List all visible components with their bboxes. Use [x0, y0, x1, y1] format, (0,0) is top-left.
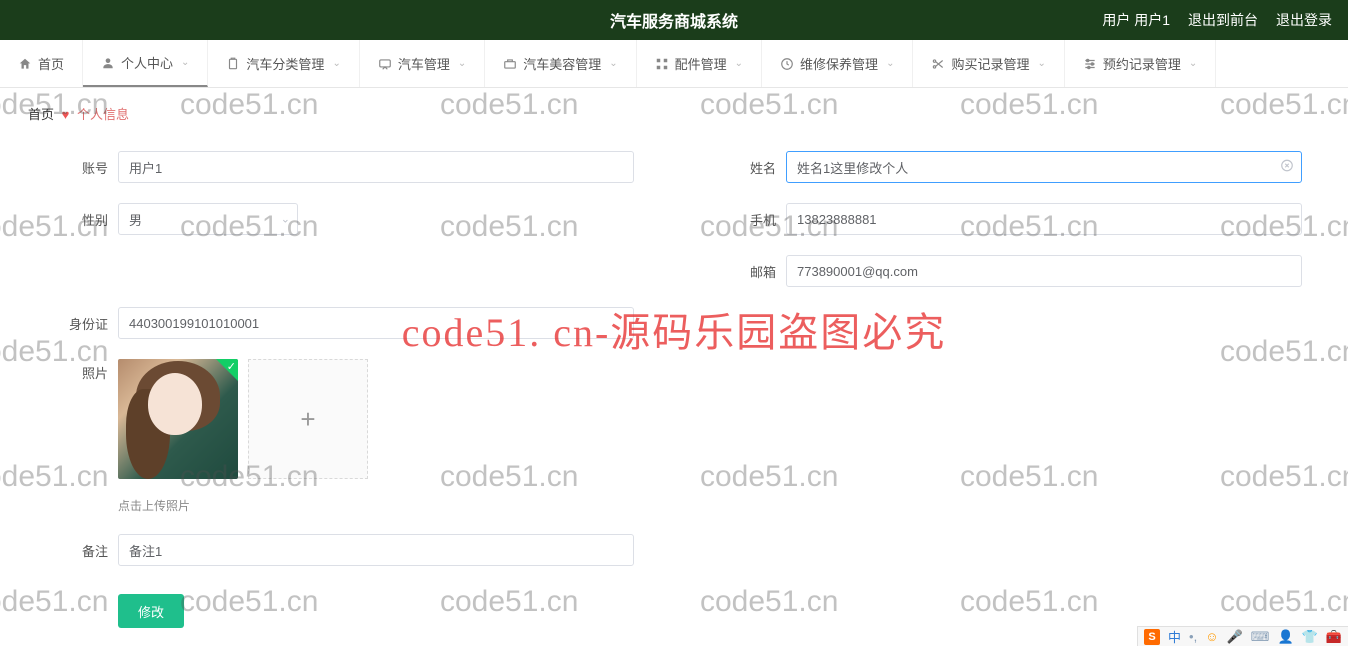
email-label: 邮箱 [714, 262, 776, 281]
clipboard-icon [226, 57, 240, 71]
photo-label: 照片 [46, 359, 108, 382]
sogou-icon: S [1144, 629, 1160, 645]
email-input[interactable] [786, 255, 1302, 287]
ime-mic-icon[interactable]: 🎤 [1226, 629, 1242, 645]
chevron-down-icon: ⌄ [1037, 58, 1045, 69]
ime-mode[interactable]: 中 [1168, 627, 1181, 646]
ime-keyboard-icon[interactable]: ⌨ [1251, 629, 1270, 645]
briefcase-icon [503, 57, 517, 71]
clock-icon [780, 57, 794, 71]
nav-label: 配件管理 [675, 54, 727, 73]
ime-toolbox-icon[interactable]: 🧰 [1326, 629, 1342, 645]
top-header: 汽车服务商城系统 用户 用户1 退出到前台 退出登录 [0, 0, 1348, 40]
name-label: 姓名 [714, 158, 776, 177]
remark-label: 备注 [46, 541, 108, 560]
chevron-down-icon: ⌄ [609, 58, 617, 69]
breadcrumb-home[interactable]: 首页 [28, 107, 54, 122]
nav-label: 汽车分类管理 [246, 54, 324, 73]
nav-reservation[interactable]: 预约记录管理 ⌄ [1065, 40, 1216, 87]
account-input[interactable] [118, 151, 634, 183]
name-input[interactable] [786, 151, 1302, 183]
photo-thumbnail[interactable] [118, 359, 238, 479]
idcard-label: 身份证 [46, 314, 108, 333]
ime-toolbar[interactable]: S 中 •, ☺ 🎤 ⌨ 👤 👕 🧰 [1137, 626, 1348, 646]
nav-home[interactable]: 首页 [0, 40, 83, 87]
home-icon [18, 57, 32, 71]
chevron-down-icon: ⌄ [735, 58, 743, 69]
nav-purchase[interactable]: 购买记录管理 ⌄ [913, 40, 1064, 87]
nav-menu: 首页 个人中心 ⌄ 汽车分类管理 ⌄ 汽车管理 ⌄ 汽车美容管理 ⌄ 配件管理 … [0, 40, 1348, 88]
logout-link[interactable]: 退出登录 [1276, 10, 1332, 30]
ime-emoji-icon[interactable]: ☺ [1205, 629, 1218, 644]
chevron-down-icon: ⌄ [181, 57, 189, 68]
form-panel: 账号 姓名 性别 ⌄ 手机 [16, 133, 1332, 658]
photo-add-button[interactable]: + [248, 359, 368, 479]
ime-punct-icon[interactable]: •, [1189, 629, 1197, 644]
grid-icon [655, 57, 669, 71]
nav-maintenance[interactable]: 维修保养管理 ⌄ [762, 40, 913, 87]
scissors-icon [931, 57, 945, 71]
chevron-down-icon: ⌄ [458, 58, 466, 69]
remark-input[interactable] [118, 534, 634, 566]
nav-car-category[interactable]: 汽车分类管理 ⌄ [208, 40, 359, 87]
ime-tshirt-icon[interactable]: 👕 [1302, 629, 1318, 645]
nav-parts[interactable]: 配件管理 ⌄ [637, 40, 762, 87]
nav-label: 维修保养管理 [800, 54, 878, 73]
chevron-down-icon: ⌄ [332, 58, 340, 69]
account-label: 账号 [46, 158, 108, 177]
check-icon [216, 359, 238, 381]
nav-label: 汽车美容管理 [523, 54, 601, 73]
phone-label: 手机 [714, 210, 776, 229]
gender-label: 性别 [46, 210, 108, 229]
plus-icon: + [300, 404, 315, 435]
user-label[interactable]: 用户 用户1 [1102, 10, 1170, 30]
nav-beauty[interactable]: 汽车美容管理 ⌄ [485, 40, 636, 87]
submit-button[interactable]: 修改 [118, 594, 184, 628]
phone-input[interactable] [786, 203, 1302, 235]
app-title: 汽车服务商城系统 [610, 8, 738, 32]
sliders-icon [1083, 57, 1097, 71]
nav-label: 个人中心 [121, 53, 173, 72]
breadcrumb: 首页 ♥ 个人信息 [0, 88, 1348, 133]
ime-skin-icon[interactable]: 👤 [1277, 629, 1293, 645]
nav-label: 首页 [38, 54, 64, 73]
clear-icon[interactable] [1280, 159, 1294, 176]
user-actions: 用户 用户1 退出到前台 退出登录 [1102, 10, 1332, 30]
nav-label: 汽车管理 [398, 54, 450, 73]
heart-icon: ♥ [62, 107, 70, 122]
logout-front-link[interactable]: 退出到前台 [1188, 10, 1258, 30]
nav-label: 购买记录管理 [951, 54, 1029, 73]
nav-car[interactable]: 汽车管理 ⌄ [360, 40, 485, 87]
user-icon [101, 56, 115, 70]
gender-select[interactable] [118, 203, 298, 235]
chevron-down-icon: ⌄ [886, 58, 894, 69]
breadcrumb-current: 个人信息 [77, 107, 129, 122]
upload-hint: 点击上传照片 [118, 497, 634, 514]
chevron-down-icon: ⌄ [1189, 58, 1197, 69]
chat-icon [378, 57, 392, 71]
nav-label: 预约记录管理 [1103, 54, 1181, 73]
idcard-input[interactable] [118, 307, 634, 339]
nav-personal[interactable]: 个人中心 ⌄ [83, 40, 208, 87]
